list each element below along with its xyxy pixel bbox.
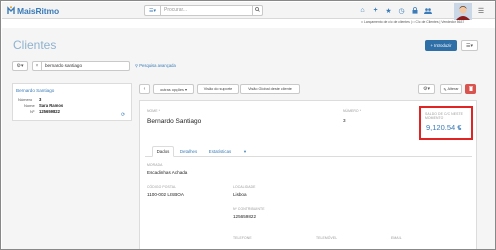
other-options-label: outras opções ▾ xyxy=(160,87,187,92)
advanced-search-label: Pesquisa avançada xyxy=(139,63,176,68)
trash-icon xyxy=(468,85,473,93)
app-window: MaisRitmo ☰▾ Procurar... ⌂ + ★ ◷ ☰ □ Lan… xyxy=(0,0,496,250)
clear-filter-button[interactable]: × xyxy=(32,61,42,71)
chevron-down-icon[interactable]: ▾ xyxy=(459,126,461,131)
card-label-name: Nome xyxy=(24,103,35,108)
mobile-label: Telemóvel xyxy=(316,236,338,240)
balance-label: Saldo de c/c neste momento xyxy=(425,112,463,120)
pencil-icon: ✎ xyxy=(443,87,447,92)
card-value-number: 3 xyxy=(39,97,42,102)
clock-icon[interactable]: ◷ xyxy=(395,5,408,16)
back-button[interactable]: ‹ xyxy=(139,84,150,94)
gear-icon: ⚙▾ xyxy=(423,86,430,92)
breadcrumb-links[interactable]: □ Lançamento de c/c de clientes | □ C/c … xyxy=(361,20,464,24)
client-list-item[interactable]: Bernardo Santiago Número 3 Nome Sara Ram… xyxy=(12,83,132,121)
client-number: 3 xyxy=(343,118,346,123)
taxid-value: 125659822 xyxy=(233,214,256,219)
global-search-button[interactable] xyxy=(253,5,263,16)
tab-more-dropdown[interactable]: ▾ xyxy=(239,146,251,157)
record-settings-button[interactable]: ⚙▾ xyxy=(418,84,435,94)
refresh-icon[interactable]: ⟳ xyxy=(121,112,125,118)
locality-value: Lisboa xyxy=(233,192,247,197)
page-title: Clientes xyxy=(13,38,57,52)
global-search-input[interactable]: Procurar... xyxy=(161,5,253,16)
chevron-left-icon: ‹ xyxy=(143,86,146,92)
filter-options-button[interactable]: ⚙▾ xyxy=(12,61,28,71)
search-icon xyxy=(255,7,260,14)
client-card-title[interactable]: Bernardo Santiago xyxy=(16,88,54,93)
star-icon[interactable]: ★ xyxy=(382,5,395,16)
tab-estatisticas[interactable]: Estatísticas xyxy=(203,146,237,157)
phone-label: Telefone xyxy=(233,236,252,240)
tab-dados[interactable]: Dados xyxy=(152,146,174,157)
detail-tabs: Dados Detalhes Estatísticas ▾ xyxy=(145,146,472,157)
add-client-button[interactable]: + Introduzir xyxy=(425,40,457,51)
edit-button[interactable]: ✎ Alterar xyxy=(440,84,462,94)
client-name: Bernardo Santiago xyxy=(147,118,202,125)
top-navbar: MaisRitmo ☰▾ Procurar... ⌂ + ★ ◷ ☰ xyxy=(2,2,495,20)
card-value-taxid: 125659822 xyxy=(39,109,60,114)
close-icon: × xyxy=(35,63,39,69)
support-view-button[interactable]: Visão do suporte xyxy=(197,84,239,94)
nav-icons: ⌂ + ★ ◷ xyxy=(356,5,434,16)
name-label: Nome * xyxy=(147,109,161,113)
client-filter-input[interactable]: bernardo santiago xyxy=(42,61,130,71)
postal-code-label: Código postal xyxy=(147,185,177,189)
logo-mark-icon xyxy=(7,6,15,15)
view-toggle-button[interactable]: ☰▾ xyxy=(461,40,478,51)
address-value: Escadinhas Achada xyxy=(147,170,188,175)
global-view-button[interactable]: Visão Global deste cliente xyxy=(240,84,300,94)
global-view-label: Visão Global deste cliente xyxy=(248,87,292,91)
search-icon: ⚲ xyxy=(135,63,139,68)
taxid-label: Nº contribuinte xyxy=(233,207,265,211)
users-icon[interactable] xyxy=(421,5,434,16)
gear-icon: ⚙▾ xyxy=(16,63,24,69)
plus-icon[interactable]: + xyxy=(369,5,382,16)
card-label-number: Número xyxy=(18,97,33,102)
search-scope-button[interactable]: ☰▾ xyxy=(144,5,161,16)
main-content: Clientes + Introduzir ☰▾ ⚙▾ × bernardo s… xyxy=(2,28,495,249)
number-label: Número * xyxy=(343,109,362,113)
hamburger-menu-icon[interactable]: ☰ xyxy=(476,6,486,16)
card-label-taxid: Nº xyxy=(30,109,35,114)
postal-code-value: 1100-002 LISBOA xyxy=(147,192,184,197)
app-name: MaisRitmo xyxy=(17,5,60,16)
card-value-name: Sara Ramos xyxy=(39,103,64,108)
list-icon: ☰▾ xyxy=(149,7,156,14)
home-icon[interactable]: ⌂ xyxy=(356,5,369,16)
tab-detalhes[interactable]: Detalhes xyxy=(176,146,201,157)
email-label: Email xyxy=(391,236,402,240)
list-view-icon: ☰▾ xyxy=(466,42,473,49)
balance-highlight: Saldo de c/c neste momento 9,120.54 € ▾ xyxy=(419,106,473,140)
advanced-search-link[interactable]: ⚲ Pesquisa avançada xyxy=(135,63,176,68)
delete-button[interactable] xyxy=(465,84,476,94)
balance-value: 9,120.54 € xyxy=(426,123,462,132)
app-logo[interactable]: MaisRitmo xyxy=(7,5,59,16)
client-detail-panel: Nome * Bernardo Santiago Número * 3 Sald… xyxy=(139,100,477,249)
lock-icon[interactable] xyxy=(408,5,421,16)
other-options-dropdown[interactable]: outras opções ▾ xyxy=(153,84,194,94)
locality-label: Localidade xyxy=(233,185,256,189)
user-avatar[interactable] xyxy=(454,3,472,20)
edit-label: Alterar xyxy=(447,87,459,91)
support-view-label: Visão do suporte xyxy=(203,87,233,91)
address-label: Morada xyxy=(147,163,163,167)
